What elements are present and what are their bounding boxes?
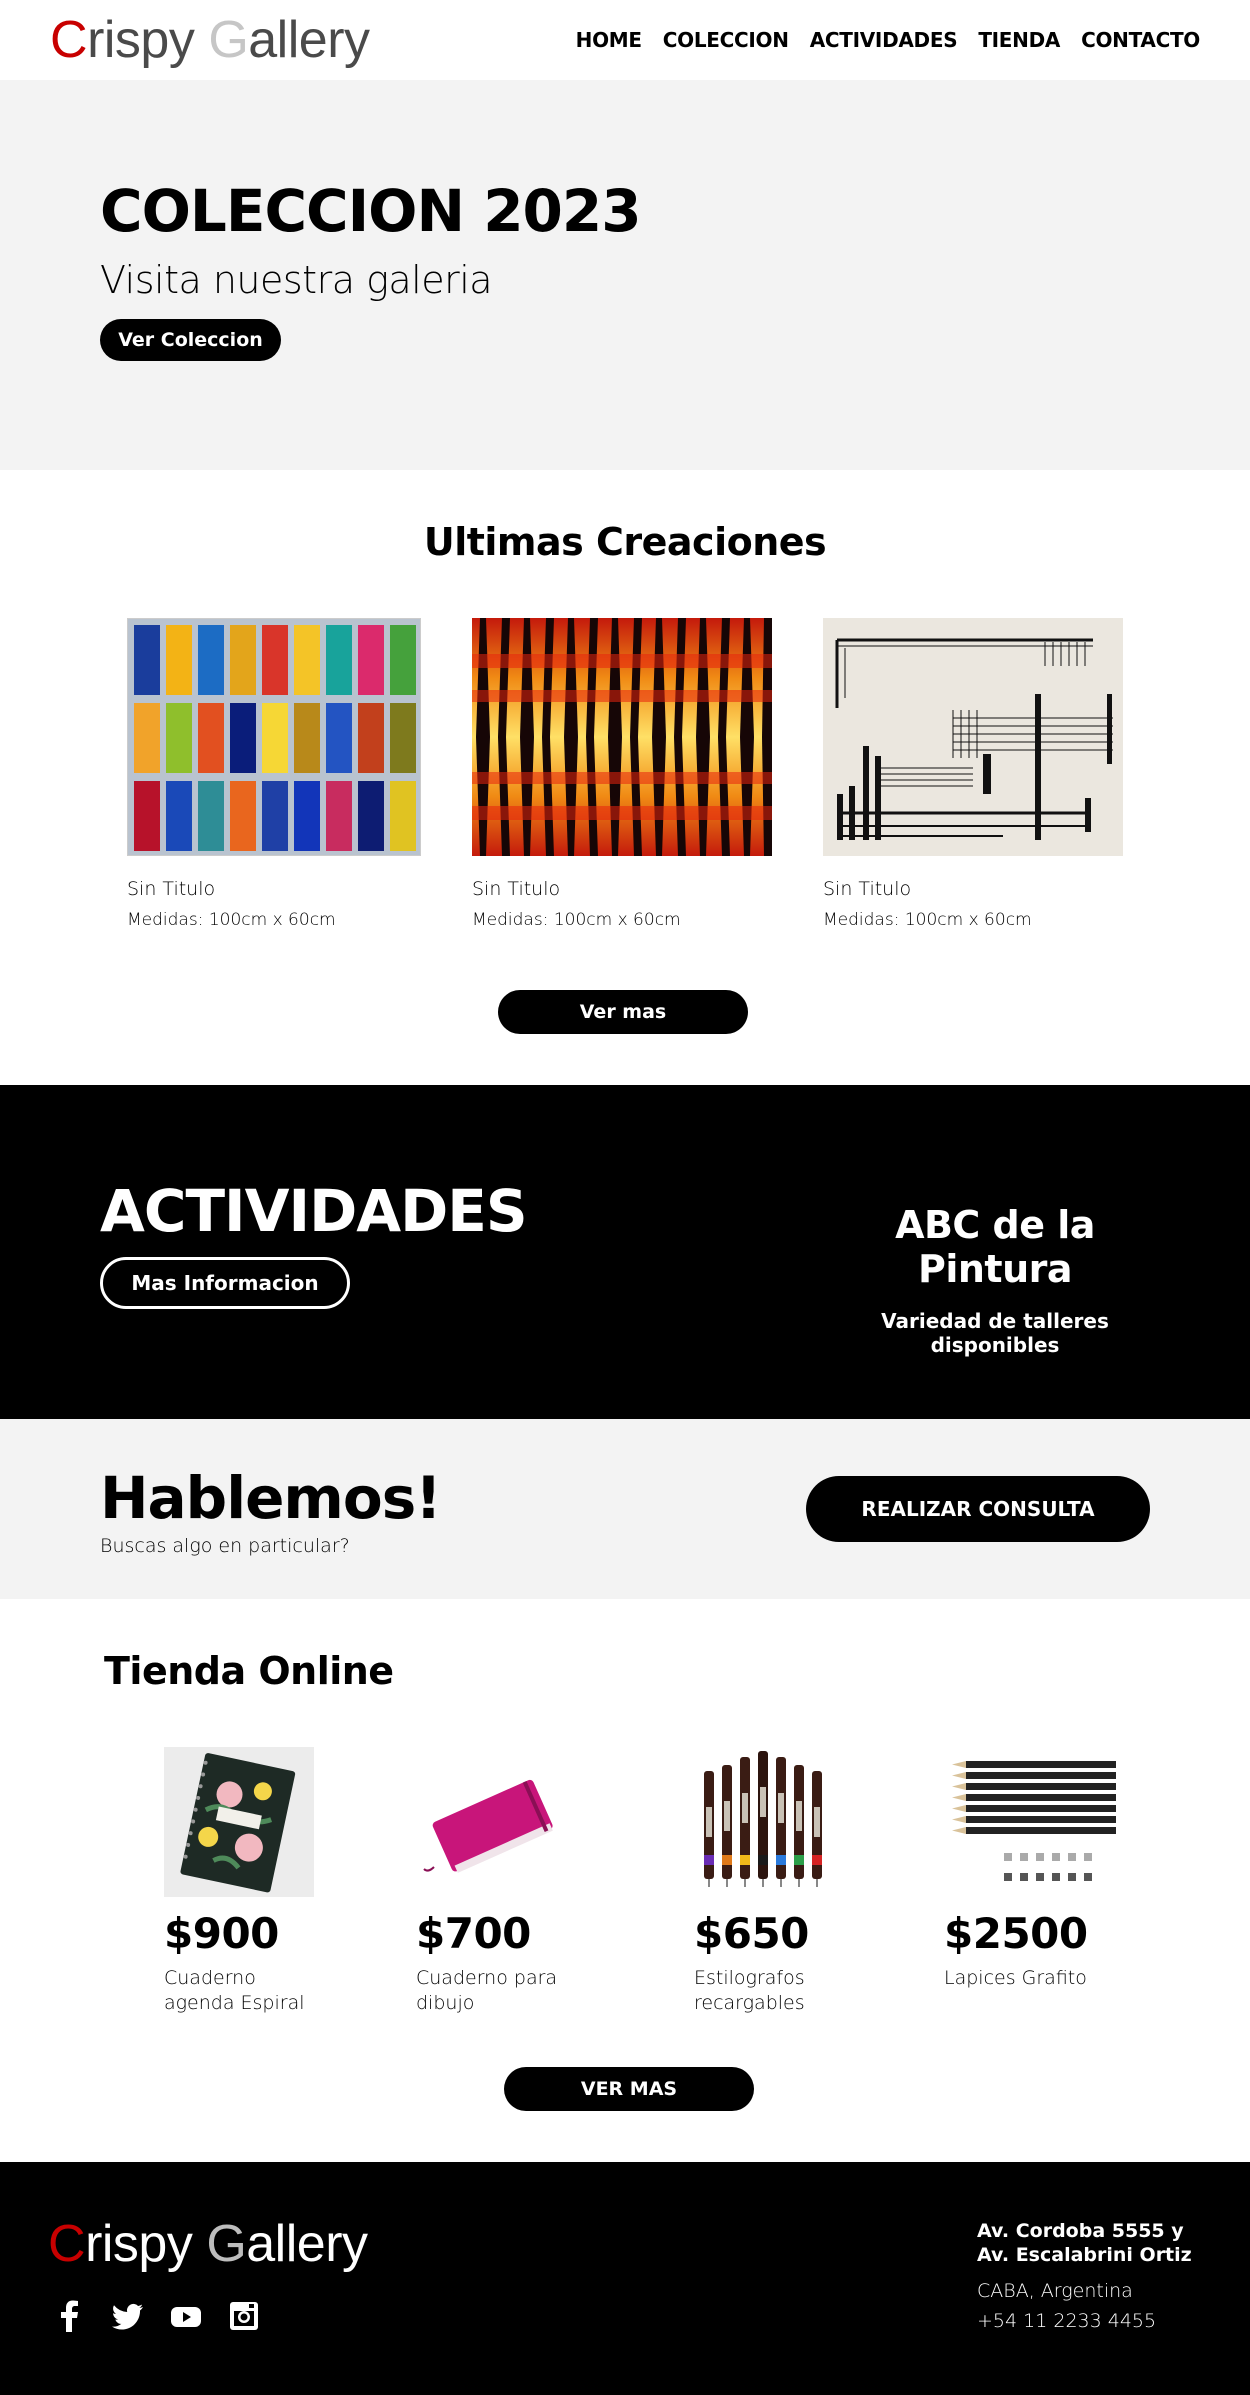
artwork-measures: Medidas: 100cm x 60cm: [472, 910, 681, 930]
hero-title: COLECCION 2023: [100, 177, 642, 245]
product-name: Cuaderno agenda Espiral: [164, 1967, 305, 2014]
site-header: Crispy Gallery HOME COLECCION ACTIVIDADE…: [0, 0, 1250, 80]
ver-coleccion-button[interactable]: Ver Coleccion: [100, 318, 281, 361]
twitter-icon[interactable]: [112, 2300, 144, 2332]
ver-mas-tienda-button[interactable]: VER MAS: [504, 2067, 754, 2111]
activity-feature-subtitle: Variedad de talleres disponibles: [881, 1309, 1109, 1357]
product-image-sketchbook: [416, 1747, 566, 1897]
address-city: CABA, Argentina: [977, 2279, 1133, 2302]
nav-contacto[interactable]: CONTACTO: [1081, 28, 1200, 52]
product-image-graphite-pencils: [944, 1747, 1124, 1897]
activity-feature: ABC de la Pintura Variedad de talleres d…: [820, 1203, 1170, 1357]
address-line: Av. Cordoba 5555 y: [977, 2220, 1184, 2242]
product-image-spiral-notebook: [164, 1747, 314, 1897]
product-card[interactable]: $650 Estilografos recargables: [694, 1747, 874, 2015]
nav-actividades[interactable]: ACTIVIDADES: [810, 28, 958, 52]
artwork-measures: Medidas: 100cm x 60cm: [823, 910, 1032, 930]
actividades-section: ACTIVIDADES Mas Informacion ABC de la Pi…: [0, 1085, 1250, 1419]
facebook-icon[interactable]: [54, 2300, 86, 2332]
youtube-icon[interactable]: [170, 2300, 202, 2332]
contact-phone[interactable]: +54 11 2233 4455: [977, 2310, 1192, 2332]
nav-tienda[interactable]: TIENDA: [978, 28, 1060, 52]
artwork-image-color-grid: [127, 618, 421, 856]
artwork-card[interactable]: Sin Titulo Medidas: 100cm x 60cm: [823, 618, 1123, 930]
product-price: $2500: [944, 1909, 1088, 1958]
product-card[interactable]: $900 Cuaderno agenda Espiral: [164, 1747, 344, 2015]
main-nav: HOME COLECCION ACTIVIDADES TIENDA CONTAC…: [576, 28, 1201, 52]
tienda-title: Tienda Online: [104, 1649, 394, 1693]
product-price: $700: [416, 1909, 531, 1958]
artwork-card[interactable]: Sin Titulo Medidas: 100cm x 60cm: [472, 618, 772, 930]
social-links: [54, 2300, 260, 2332]
hero-subtitle: Visita nuestra galeria: [100, 257, 493, 302]
artwork-image-line-composition: [823, 618, 1123, 856]
contact-cta-section: Hablemos! Buscas algo en particular? REA…: [0, 1419, 1250, 1599]
site-logo[interactable]: Crispy Gallery: [50, 10, 370, 70]
artwork-title: Sin Titulo: [127, 878, 216, 900]
actividades-title: ACTIVIDADES: [100, 1177, 528, 1245]
product-card[interactable]: $700 Cuaderno para dibujo: [416, 1747, 596, 2015]
contact-cta-title: Hablemos!: [100, 1464, 442, 1532]
activity-feature-title: ABC de la Pintura: [895, 1203, 1095, 1291]
ver-mas-creaciones-button[interactable]: Ver mas: [498, 990, 748, 1034]
artwork-card[interactable]: Sin Titulo Medidas: 100cm x 60cm: [127, 618, 427, 930]
product-name: Lapices Grafito: [944, 1967, 1087, 1989]
contact-cta-subtitle: Buscas algo en particular?: [100, 1535, 350, 1557]
product-name: Cuaderno para dibujo: [416, 1967, 558, 2014]
hero-section: COLECCION 2023 Visita nuestra galeria Ve…: [0, 80, 1250, 470]
nav-home[interactable]: HOME: [576, 28, 642, 52]
artwork-measures: Medidas: 100cm x 60cm: [127, 910, 336, 930]
address-line: Av. Escalabrini Ortiz: [977, 2243, 1192, 2266]
mas-informacion-button[interactable]: Mas Informacion: [100, 1257, 350, 1309]
product-name: Estilografos recargables: [694, 1967, 805, 2014]
footer-address: Av. Cordoba 5555 y Av. Escalabrini Ortiz…: [977, 2220, 1192, 2332]
product-image-technical-pens: [694, 1747, 844, 1897]
creaciones-title: Ultimas Creaciones: [423, 520, 827, 564]
tienda-section: Tienda Online $900 Cuaderno agenda Espir…: [0, 1599, 1250, 2162]
creaciones-section: Ultimas Creaciones Sin Titulo Medidas: 1…: [0, 470, 1250, 1085]
instagram-icon[interactable]: [228, 2300, 260, 2332]
nav-coleccion[interactable]: COLECCION: [663, 28, 789, 52]
realizar-consulta-button[interactable]: REALIZAR CONSULTA: [806, 1476, 1150, 1542]
artwork-title: Sin Titulo: [472, 878, 561, 900]
site-footer: Crispy Gallery Av. Cordoba 5555 y Av. Es…: [0, 2162, 1250, 2395]
product-price: $650: [694, 1909, 809, 1958]
footer-logo[interactable]: Crispy Gallery: [48, 2214, 368, 2274]
artwork-title: Sin Titulo: [823, 878, 912, 900]
product-card[interactable]: $2500 Lapices Grafito: [944, 1747, 1124, 1991]
artwork-image-op-art: [472, 618, 772, 856]
product-price: $900: [164, 1909, 279, 1958]
